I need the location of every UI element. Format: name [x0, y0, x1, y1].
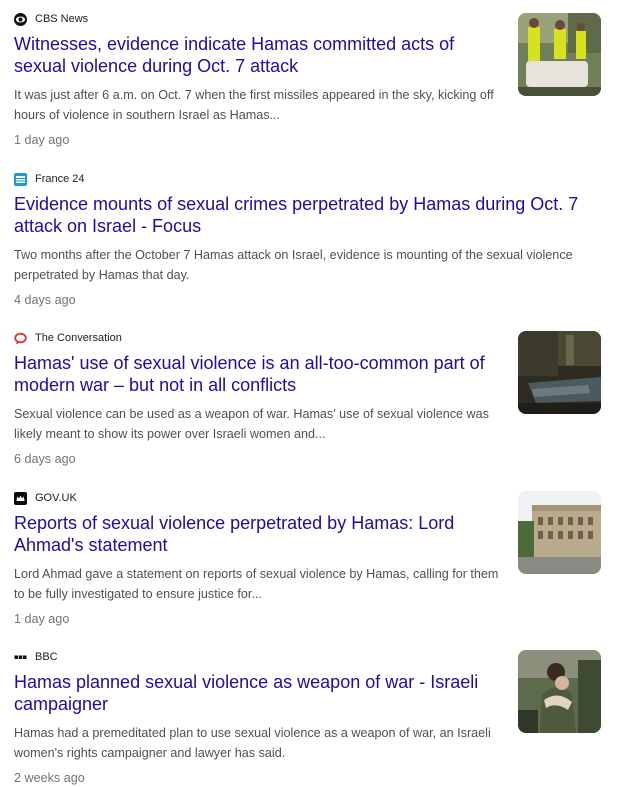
source-name: France 24 [35, 173, 85, 185]
headline-link[interactable]: Witnesses, evidence indicate Hamas commi… [14, 33, 504, 77]
bbc-blocks-icon [14, 651, 27, 664]
article-age: 1 day ago [14, 612, 70, 626]
article-snippet: Sexual violence can be used as a weapon … [14, 407, 489, 441]
source-row: BBC [14, 650, 604, 664]
source-name: GOV.UK [35, 492, 77, 504]
source-name: The Conversation [35, 332, 122, 344]
headline-link[interactable]: Reports of sexual violence perpetrated b… [14, 512, 504, 556]
crown-icon [14, 491, 27, 505]
article-thumbnail[interactable] [518, 491, 601, 574]
article-thumbnail[interactable] [518, 331, 601, 414]
cbs-eye-icon [14, 12, 27, 26]
article-snippet: Hamas had a premeditated plan to use sex… [14, 726, 491, 760]
headline-link[interactable]: Hamas planned sexual violence as weapon … [14, 671, 504, 715]
article-thumbnail[interactable] [518, 650, 601, 733]
source-name: BBC [35, 651, 58, 663]
article-snippet: Lord Ahmad gave a statement on reports o… [14, 567, 499, 601]
france24-icon [14, 172, 27, 186]
source-row: The Conversation [14, 331, 604, 345]
article-age: 2 weeks ago [14, 771, 85, 785]
article-thumbnail[interactable] [518, 13, 601, 96]
article-snippet: It was just after 6 a.m. on Oct. 7 when … [14, 88, 494, 122]
article-age: 1 day ago [14, 133, 70, 147]
news-article[interactable]: CBS News Witnesses, evidence indicate Ha… [14, 12, 604, 149]
source-row: CBS News [14, 12, 604, 26]
news-article[interactable]: BBC Hamas planned sexual violence as wea… [14, 650, 604, 787]
headline-link[interactable]: Evidence mounts of sexual crimes perpetr… [14, 193, 594, 237]
article-age: 4 days ago [14, 293, 76, 307]
headline-link[interactable]: Hamas' use of sexual violence is an all-… [14, 352, 504, 396]
news-article[interactable]: GOV.UK Reports of sexual violence perpet… [14, 491, 604, 628]
speech-bubble-icon [14, 332, 27, 345]
source-row: France 24 [14, 172, 604, 186]
article-age: 6 days ago [14, 452, 76, 466]
source-row: GOV.UK [14, 491, 604, 505]
article-snippet: Two months after the October 7 Hamas att… [14, 248, 573, 282]
source-name: CBS News [35, 13, 89, 25]
news-article[interactable]: France 24 Evidence mounts of sexual crim… [14, 172, 604, 309]
news-article[interactable]: The Conversation Hamas' use of sexual vi… [14, 331, 604, 468]
